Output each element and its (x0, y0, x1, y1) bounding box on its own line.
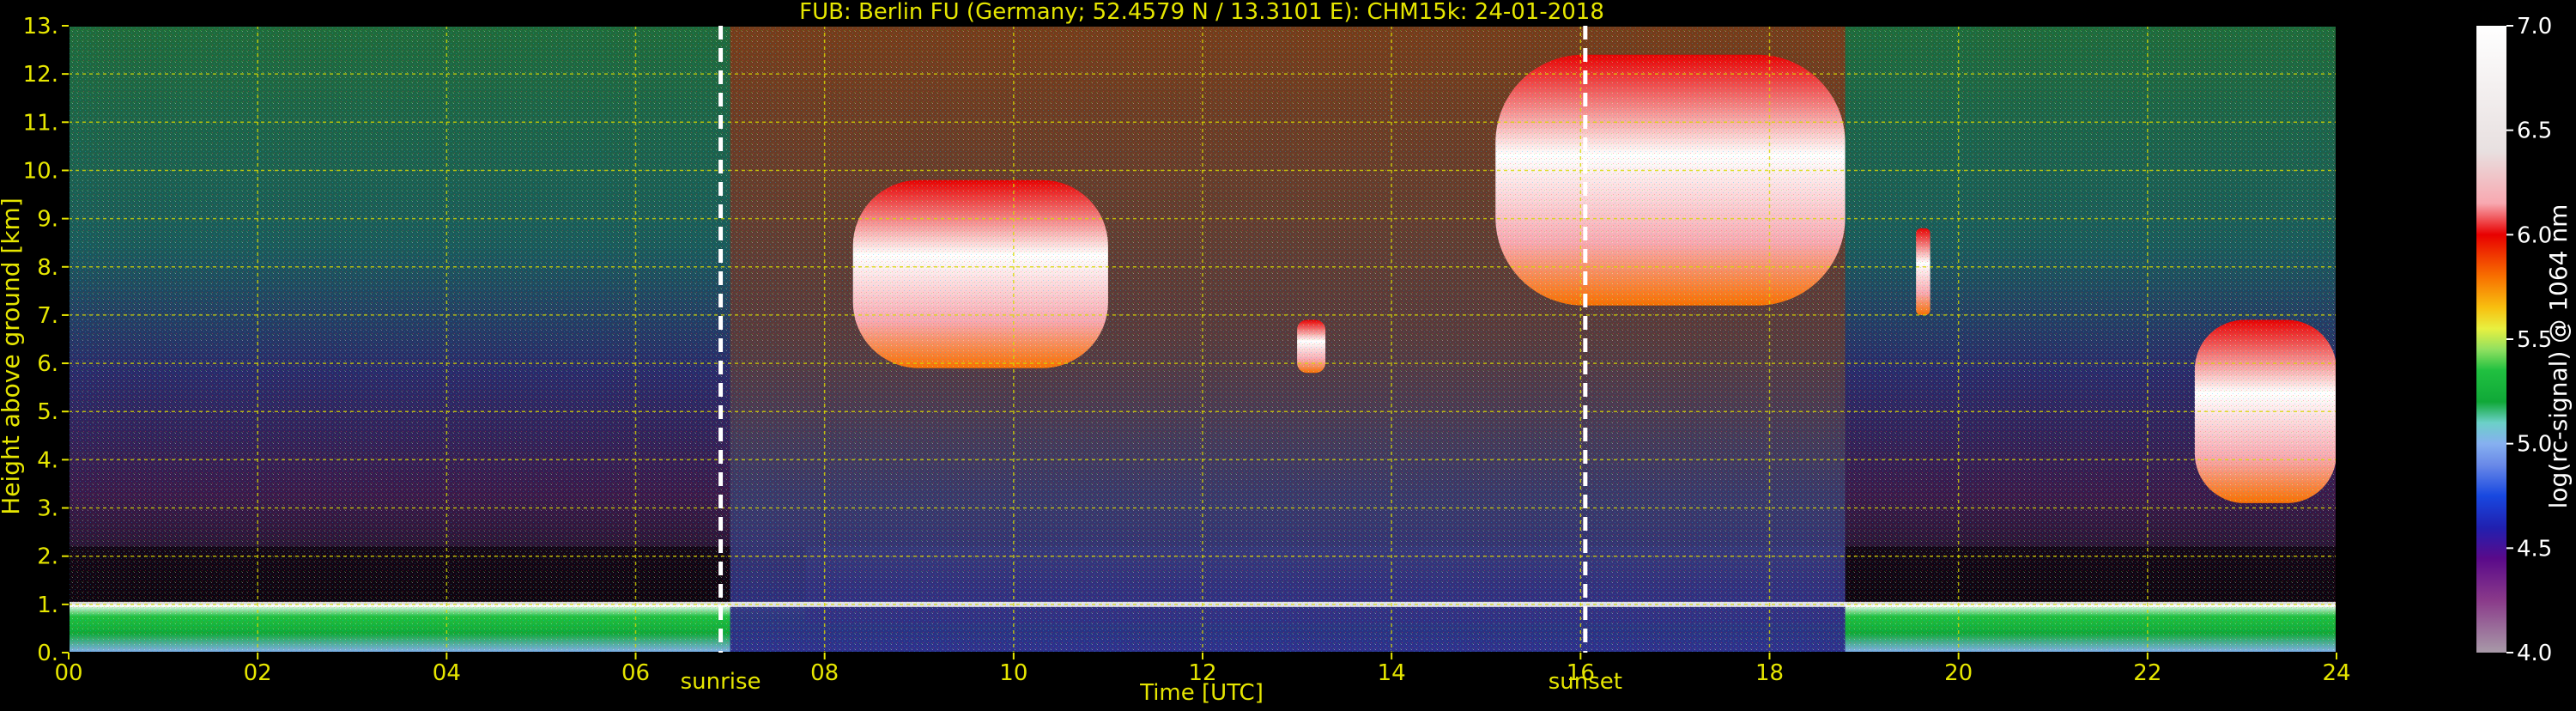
y-tick-label: 2. (37, 544, 58, 570)
y-tick-label: 8. (37, 255, 58, 281)
y-axis-ticks: 0. 1. 2. 3. 4. 5. 6. 7. 8. 9. 10. 11. 12. 13. (23, 14, 69, 666)
y-tick-label: 10. (23, 158, 58, 184)
x-tick-label: 20 (1944, 660, 1973, 686)
plot-area (68, 25, 2337, 653)
x-tick-label: 10 (999, 660, 1027, 686)
colorbar-label: log(rc-signal) @ 1064 nm (2544, 204, 2573, 509)
noise-overlay (69, 26, 2337, 653)
colorbar-tick-label: 7.0 (2517, 14, 2552, 40)
x-tick-label: 02 (244, 660, 272, 686)
lidar-quicklook-chart: FUB: Berlin FU (Germany; 52.4579 N / 13.… (0, 0, 2576, 708)
y-tick-label: 9. (37, 207, 58, 233)
x-tick-label: 24 (2322, 660, 2350, 686)
x-tick-label: 00 (54, 660, 82, 686)
y-tick-label: 1. (37, 592, 58, 618)
marker-label-sunset: sunset (1549, 669, 1622, 695)
y-tick-label: 7. (37, 303, 58, 329)
y-tick-label: 4. (37, 447, 58, 473)
colorbar-tick-label: 4.5 (2517, 536, 2552, 562)
x-tick-label: 08 (810, 660, 839, 686)
y-tick-label: 0. (37, 641, 58, 666)
chart-svg: FUB: Berlin FU (Germany; 52.4579 N / 13.… (0, 0, 2573, 706)
chart-title: FUB: Berlin FU (Germany; 52.4579 N / 13.… (799, 0, 1604, 25)
x-tick-label: 06 (621, 660, 650, 686)
colorbar-tick-label: 6.5 (2517, 118, 2552, 144)
y-tick-label: 11. (23, 110, 58, 136)
x-tick-label: 22 (2133, 660, 2161, 686)
colorbar-gradient (2476, 26, 2506, 653)
y-tick-label: 13. (23, 14, 58, 40)
x-tick-label: 14 (1378, 660, 1406, 686)
x-tick-label: 04 (433, 660, 461, 686)
y-tick-label: 6. (37, 351, 58, 377)
x-tick-label: 12 (1188, 660, 1216, 686)
colorbar-tick-label: 4.0 (2517, 641, 2552, 666)
x-axis-ticks: 00 02 04 06 08 10 12 14 16 18 20 22 24 (54, 653, 2351, 686)
y-axis-label: Height above ground [km] (0, 198, 25, 515)
y-tick-label: 12. (23, 62, 58, 88)
y-tick-label: 5. (37, 399, 58, 425)
x-tick-label: 18 (1755, 660, 1784, 686)
colorbar: 4.04.55.05.56.06.57.0 (2476, 14, 2552, 666)
y-tick-label: 3. (37, 496, 58, 522)
marker-label-sunrise: sunrise (681, 669, 761, 695)
